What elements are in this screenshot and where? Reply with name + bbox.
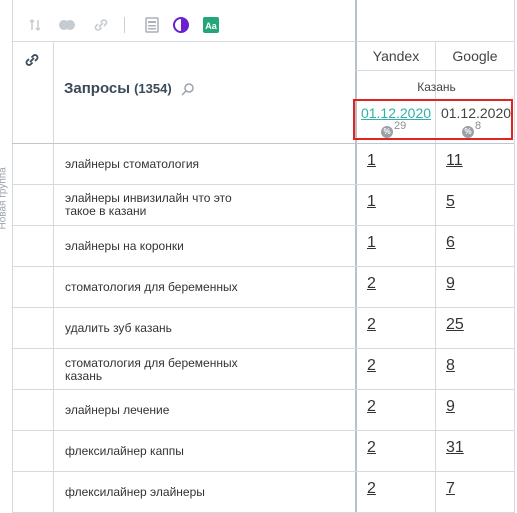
engine-yandex: Yandex xyxy=(372,48,420,64)
title-label: Запросы xyxy=(64,80,131,97)
google-position-link[interactable]: 31 xyxy=(446,439,464,457)
query-text[interactable]: стоматология для беременных казань xyxy=(65,357,255,383)
google-position-link[interactable]: 7 xyxy=(446,480,455,498)
grid-line xyxy=(12,184,514,185)
date-google: 01.12.2020 xyxy=(440,105,512,121)
toolbar: Aa xyxy=(12,0,356,42)
sort-icon[interactable] xyxy=(26,17,44,33)
query-text[interactable]: стоматология для беременных xyxy=(65,281,265,294)
region-label: Казань xyxy=(417,80,456,94)
grid-line xyxy=(514,0,515,513)
yandex-position-link[interactable]: 1 xyxy=(367,193,376,211)
toggle-icon[interactable] xyxy=(58,17,76,33)
yandex-position-link[interactable]: 2 xyxy=(367,439,376,457)
search-icon[interactable] xyxy=(181,82,195,101)
grid-line xyxy=(12,307,514,308)
google-position-link[interactable]: 9 xyxy=(446,398,455,416)
font-case-icon[interactable]: Aa xyxy=(202,17,220,33)
grid-line xyxy=(356,0,357,513)
yandex-position-link[interactable]: 2 xyxy=(367,480,376,498)
yandex-position-link[interactable]: 2 xyxy=(367,275,376,293)
grid-line xyxy=(12,0,13,513)
query-text[interactable]: флексилайнер элайнеры xyxy=(65,486,265,499)
group-label[interactable]: Новая группа xyxy=(0,160,9,229)
yandex-position-link[interactable]: 1 xyxy=(367,234,376,252)
google-position-link[interactable]: 5 xyxy=(446,193,455,211)
query-count: (1354) xyxy=(134,81,172,96)
calculator-icon[interactable] xyxy=(143,17,161,33)
grid-line xyxy=(12,471,514,472)
grid-line xyxy=(12,430,514,431)
percent-value-yandex: 29 xyxy=(394,120,407,132)
grid-line xyxy=(12,266,514,267)
grid-line xyxy=(12,389,514,390)
grid-line xyxy=(12,143,514,144)
yandex-position-link[interactable]: 2 xyxy=(367,398,376,416)
grid-line xyxy=(356,70,514,71)
google-position-link[interactable]: 25 xyxy=(446,316,464,334)
yandex-position-link[interactable]: 1 xyxy=(367,152,376,170)
query-text[interactable]: удалить зуб казань xyxy=(65,322,265,335)
query-text[interactable]: флексилайнер каппы xyxy=(65,445,265,458)
query-text[interactable]: элайнеры лечение xyxy=(65,404,265,417)
grid-line xyxy=(12,348,514,349)
percent-icon: % xyxy=(462,126,474,138)
query-text[interactable]: элайнеры стоматология xyxy=(65,158,265,171)
yandex-position-link[interactable]: 2 xyxy=(367,357,376,375)
query-text[interactable]: элайнеры инвизилайн что это такое в каза… xyxy=(65,192,255,218)
link-icon[interactable] xyxy=(92,17,110,33)
google-position-link[interactable]: 11 xyxy=(446,152,463,170)
percent-icon: % xyxy=(381,126,393,138)
engine-google: Google xyxy=(452,48,498,64)
toolbar-divider xyxy=(124,17,125,33)
yandex-position-link[interactable]: 2 xyxy=(367,316,376,334)
grid-line xyxy=(53,41,54,513)
page-title: Запросы (1354) xyxy=(64,80,172,97)
google-position-link[interactable]: 8 xyxy=(446,357,455,375)
percent-value-google: 8 xyxy=(475,120,482,132)
query-text[interactable]: элайнеры на коронки xyxy=(65,240,265,253)
contrast-icon[interactable] xyxy=(172,17,190,33)
google-position-link[interactable]: 9 xyxy=(446,275,455,293)
svg-text:Aa: Aa xyxy=(205,21,217,31)
date-yandex-link[interactable]: 01.12.2020 xyxy=(357,105,435,121)
google-position-link[interactable]: 6 xyxy=(446,234,455,252)
chain-link-icon[interactable] xyxy=(24,52,40,73)
grid-line xyxy=(356,41,514,42)
grid-line xyxy=(12,225,514,226)
